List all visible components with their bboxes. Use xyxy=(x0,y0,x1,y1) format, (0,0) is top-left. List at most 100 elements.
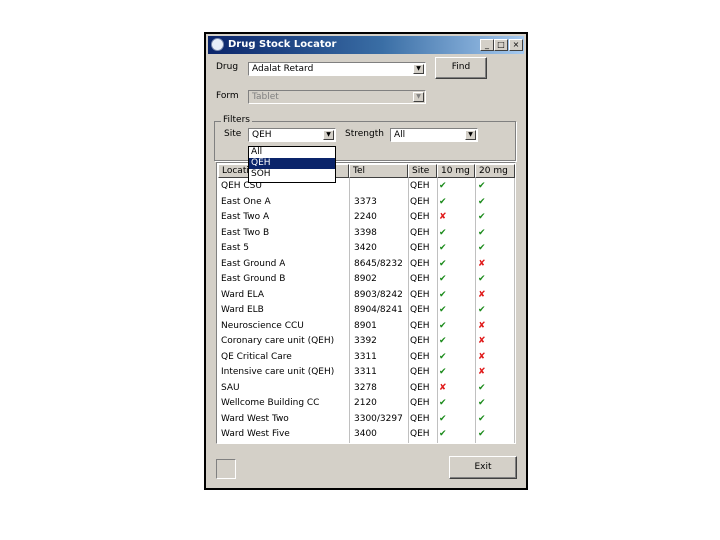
check-icon: ✔ xyxy=(439,181,447,191)
check-icon: ✔ xyxy=(439,274,447,284)
site-dropdown-list[interactable]: All QEH SOH xyxy=(248,146,336,183)
site-option[interactable]: QEH xyxy=(249,158,335,169)
table-row[interactable]: East Two A 2240 QEH ✘ ✔ xyxy=(217,210,515,226)
site-option[interactable]: SOH xyxy=(249,169,335,180)
cross-icon: ✘ xyxy=(478,351,486,362)
site-cell: QEH xyxy=(410,382,430,393)
location-cell: Ward ELA xyxy=(221,289,265,300)
site-cell: QEH xyxy=(410,196,430,207)
chevron-down-icon[interactable]: ▼ xyxy=(413,64,424,74)
column-header-20mg[interactable]: 20 mg xyxy=(475,164,515,178)
check-icon: ✔ xyxy=(478,227,486,238)
form-label: Form xyxy=(216,91,239,101)
check-icon: ✔ xyxy=(439,243,447,253)
table-row[interactable]: East Two B 3398 QEH ✔ ✔ xyxy=(217,226,515,242)
tel-cell: 3392 xyxy=(354,336,377,346)
cross-icon: ✘ xyxy=(478,258,486,269)
chevron-down-icon[interactable]: ▼ xyxy=(323,130,334,140)
column-header-site[interactable]: Site xyxy=(408,164,437,178)
check-icon: ✔ xyxy=(439,367,447,377)
site-cell: QEH xyxy=(410,413,430,424)
check-icon: ✔ xyxy=(439,429,447,439)
table-row[interactable]: Wellcome Building CC 2120 QEH ✔ ✔ xyxy=(217,396,515,412)
location-cell: Ward ELB xyxy=(221,305,264,315)
check-icon: ✔ xyxy=(478,212,486,222)
chevron-down-icon[interactable]: ▼ xyxy=(465,130,476,140)
table-row[interactable]: Coronary care unit (QEH) 3392 QEH ✔ ✘ xyxy=(217,334,515,350)
cross-icon: ✘ xyxy=(439,212,447,222)
tel-cell: 3311 xyxy=(354,351,377,362)
tel-cell: 8904/8241 xyxy=(354,305,403,315)
table-row[interactable]: Neuroscience CCU 8901 QEH ✔ ✘ xyxy=(217,319,515,335)
window-title: Drug Stock Locator xyxy=(228,39,337,50)
tel-cell: 8903/8242 xyxy=(354,289,403,300)
tel-cell: 3420 xyxy=(354,243,377,253)
table-row[interactable]: East 5 3420 QEH ✔ ✔ xyxy=(217,241,515,257)
strength-label: Strength xyxy=(345,129,384,139)
table-row[interactable]: QE Critical Care 3311 QEH ✔ ✘ xyxy=(217,350,515,366)
table-row[interactable]: Ward West Two 3300/3297 QEH ✔ ✔ xyxy=(217,412,515,428)
check-icon: ✔ xyxy=(478,196,486,207)
check-icon: ✔ xyxy=(439,305,447,315)
table-row[interactable]: Ward ELB 8904/8241 QEH ✔ ✔ xyxy=(217,303,515,319)
table-row[interactable]: Ward West Five 3400 QEH ✔ ✔ xyxy=(217,427,515,443)
cross-icon: ✘ xyxy=(478,289,486,300)
site-cell: QEH xyxy=(410,181,430,191)
location-cell: Neuroscience CCU xyxy=(221,320,304,331)
column-header-tel[interactable]: Tel xyxy=(349,164,408,178)
location-cell: East One A xyxy=(221,196,271,207)
table-row[interactable]: Ward ELA 8903/8242 QEH ✔ ✘ xyxy=(217,288,515,304)
maximize-button[interactable]: □ xyxy=(494,39,508,51)
check-icon: ✔ xyxy=(478,274,486,284)
location-cell: East Two A xyxy=(221,212,270,222)
tel-cell: 3278 xyxy=(354,382,377,393)
title-bar[interactable]: Drug Stock Locator _ □ × xyxy=(208,36,524,54)
site-cell: QEH xyxy=(410,398,430,408)
form-select[interactable]: Tablet ▼ xyxy=(248,90,426,104)
site-label: Site xyxy=(224,129,242,139)
check-icon: ✔ xyxy=(439,227,447,238)
status-indicator xyxy=(216,459,236,479)
table-row[interactable]: East One A 3373 QEH ✔ ✔ xyxy=(217,195,515,211)
table-row[interactable]: East Ground B 8902 QEH ✔ ✔ xyxy=(217,272,515,288)
chevron-down-icon: ▼ xyxy=(413,92,424,102)
check-icon: ✔ xyxy=(478,429,486,439)
minimize-button[interactable]: _ xyxy=(480,39,494,51)
filters-legend: Filters xyxy=(221,115,252,125)
site-option[interactable]: All xyxy=(249,147,335,158)
tel-cell: 2240 xyxy=(354,212,377,222)
tel-cell: 8901 xyxy=(354,320,377,331)
site-select[interactable]: QEH ▼ xyxy=(248,128,336,142)
tel-cell: 3311 xyxy=(354,367,377,377)
column-header-10mg[interactable]: 10 mg xyxy=(437,164,475,178)
check-icon: ✔ xyxy=(439,336,447,346)
table-row[interactable]: Intensive care unit (QEH) 3311 QEH ✔ ✘ xyxy=(217,365,515,381)
check-icon: ✔ xyxy=(439,196,447,207)
location-cell: Ward West Two xyxy=(221,413,289,424)
check-icon: ✔ xyxy=(478,382,486,393)
table-row[interactable]: East Ground A 8645/8232 QEH ✔ ✘ xyxy=(217,257,515,273)
location-cell: SAU xyxy=(221,382,240,393)
form-value: Tablet xyxy=(252,92,279,102)
site-cell: QEH xyxy=(410,289,430,300)
exit-button[interactable]: Exit xyxy=(449,456,517,479)
check-icon: ✔ xyxy=(478,413,486,424)
strength-value: All xyxy=(394,130,406,140)
tel-cell: 8902 xyxy=(354,274,377,284)
location-cell: Coronary care unit (QEH) xyxy=(221,336,335,346)
stock-table[interactable]: Location Tel Site 10 mg 20 mg QEH CSU QEH… xyxy=(216,162,516,444)
location-cell: Intensive care unit (QEH) xyxy=(221,367,335,377)
location-cell: QE Critical Care xyxy=(221,351,292,362)
drug-label: Drug xyxy=(216,62,239,72)
app-icon xyxy=(211,38,224,51)
drug-select[interactable]: Adalat Retard ▼ xyxy=(248,62,426,76)
table-row[interactable]: SAU 3278 QEH ✘ ✔ xyxy=(217,381,515,397)
close-button[interactable]: × xyxy=(509,39,523,51)
strength-select[interactable]: All ▼ xyxy=(390,128,478,142)
check-icon: ✔ xyxy=(439,398,447,408)
cross-icon: ✘ xyxy=(478,320,486,331)
site-cell: QEH xyxy=(410,336,430,346)
cross-icon: ✘ xyxy=(478,367,486,377)
location-cell: East 5 xyxy=(221,243,250,253)
find-button[interactable]: Find xyxy=(435,57,487,79)
